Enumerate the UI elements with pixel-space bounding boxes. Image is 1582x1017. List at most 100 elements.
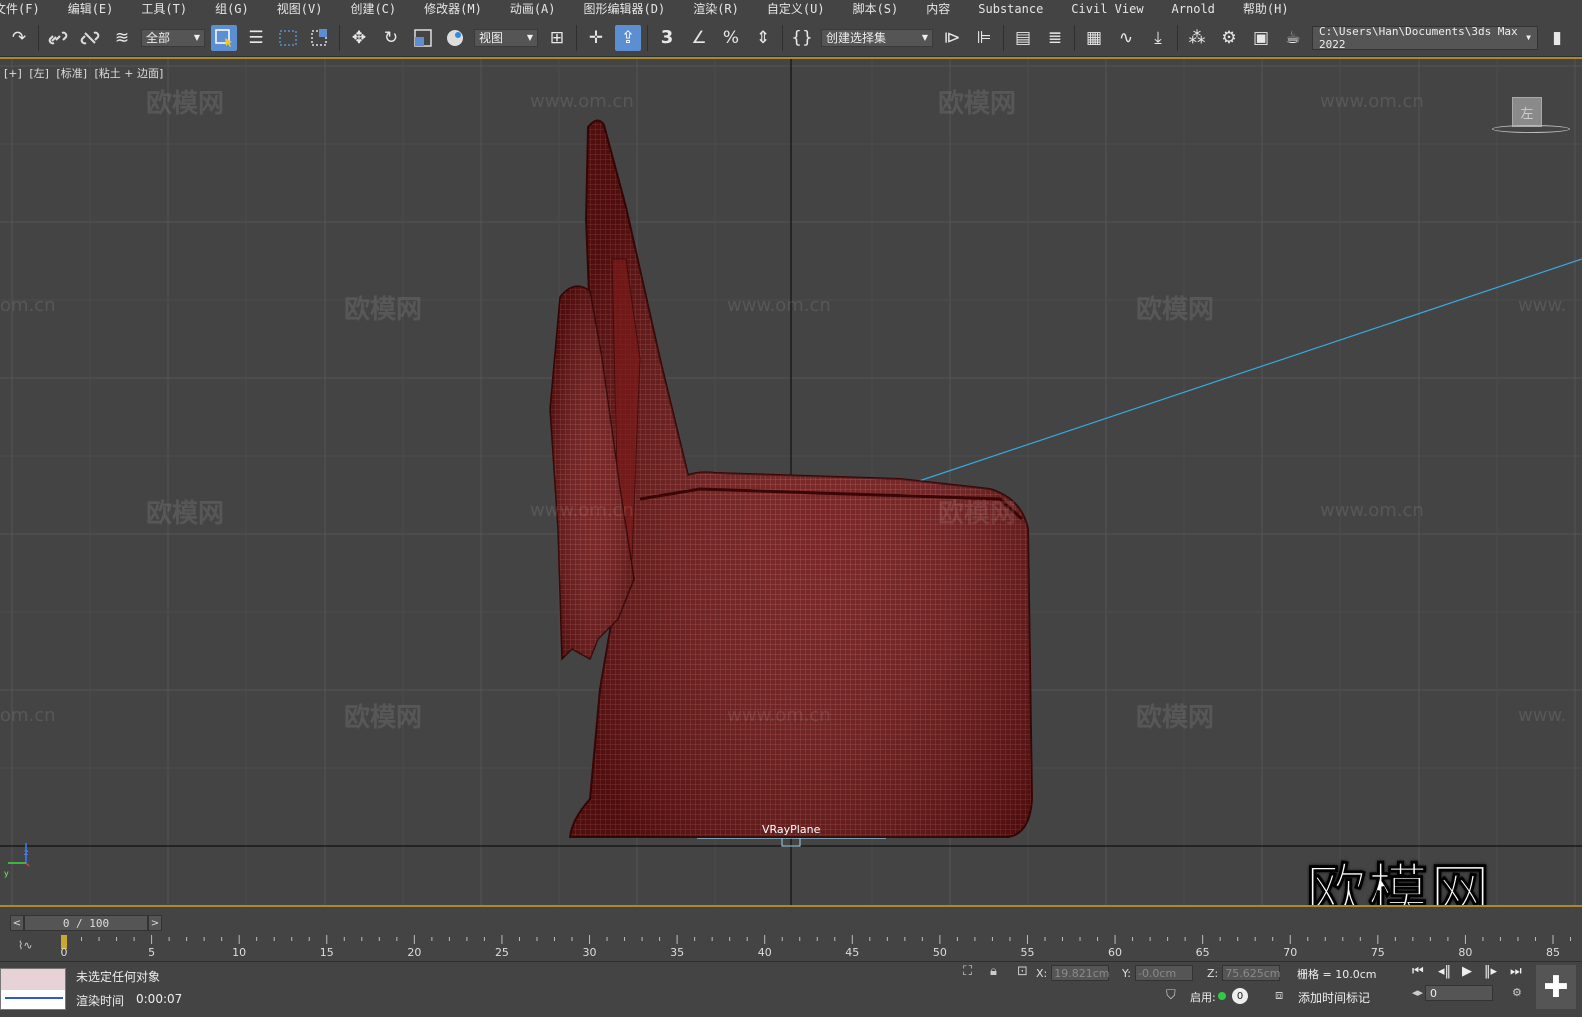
menu-item-7[interactable]: 动画(A) [496, 0, 570, 19]
viewport-label[interactable]: [+] [左] [标准] [粘土 + 边面] [4, 65, 167, 81]
current-frame-field[interactable]: 0 [1425, 985, 1493, 1001]
angle-snap-icon[interactable]: ∠ [686, 25, 712, 51]
rectangular-selection-icon[interactable] [275, 25, 301, 51]
goto-end-icon[interactable]: ⏭ [1510, 964, 1522, 979]
curve-editor-icon[interactable]: ∿ [1113, 25, 1139, 51]
menu-item-2[interactable]: 工具(T) [127, 0, 201, 19]
add-icon[interactable]: ✚ [1536, 965, 1576, 1009]
track-bar[interactable]: ⌇∿ 0 5 10 15 20 25 30 35 40 45 50 55 60 65 70 75 80 85 [0, 935, 1582, 959]
edit-named-selection-icon[interactable]: {} [789, 25, 815, 51]
menu-item-16[interactable]: 帮助(H) [1229, 0, 1303, 19]
render-production-icon[interactable]: ☕ [1280, 25, 1306, 51]
scene-explorer-icon[interactable]: ▦ [1081, 25, 1107, 51]
render-time-value: 0:00:07 [136, 992, 183, 1006]
adaptive-degradation-icon[interactable]: ⛉ [1166, 988, 1176, 1003]
spinner-snap-icon[interactable]: ⇕ [750, 25, 776, 51]
maxscript-listener-mini[interactable] [0, 968, 66, 1010]
align-icon[interactable]: ⊫ [971, 25, 997, 51]
menu-item-0[interactable]: 文件(F) [0, 0, 54, 19]
select-object-icon[interactable] [211, 24, 237, 51]
previous-frame-icon[interactable]: ◂‖ [1438, 964, 1451, 979]
percent-snap-icon[interactable]: % [718, 25, 744, 51]
time-slider-frame-display[interactable]: 0 / 100 [24, 915, 148, 931]
viewport-menu-plus[interactable]: [+] [4, 67, 22, 80]
named-selection-dropdown[interactable]: 创建选择集 ▼ [821, 28, 933, 47]
ruler-tick-label: 50 [932, 946, 947, 959]
toggle-ribbon-icon[interactable]: ≣ [1042, 25, 1068, 51]
coord-z: Z: 75.625cm [1207, 965, 1281, 981]
sign-in-icon[interactable]: ▮ [1544, 25, 1570, 51]
move-icon[interactable]: ✥ [346, 25, 372, 51]
absolute-relative-toggle-icon[interactable]: ⊡ [1017, 964, 1028, 979]
schematic-view-icon[interactable]: ⤓ [1145, 25, 1171, 51]
next-frame-icon[interactable]: ‖▸ [1484, 964, 1497, 979]
viewport-visual-style[interactable]: [粘土 + 边面] [95, 67, 164, 80]
add-time-tag-button[interactable]: 添加时间标记 [1298, 989, 1370, 1006]
menu-item-15[interactable]: Arnold [1158, 0, 1229, 19]
isolate-selection-icon[interactable]: ⛶ [963, 964, 972, 979]
status-bar: 未选定任何对象 渲染时间 0:00:07 ⛶ 🔒︎ ⊡ X: 19.821cm … [0, 961, 1582, 1017]
viewport-point-of-view[interactable]: [左] [29, 67, 49, 80]
link-icon[interactable] [45, 25, 71, 51]
watermark-url: www.om.cn [727, 295, 831, 316]
pivot-center-icon[interactable]: ⊞ [544, 25, 570, 51]
time-slider-prev-button[interactable]: < [10, 915, 24, 931]
bind-space-warp-icon[interactable]: ≋ [109, 25, 135, 51]
viewport-left[interactable]: [+] [左] [标准] [粘土 + 边面] 欧模网 www.om.cn 欧模网… [0, 59, 1582, 907]
scale-icon[interactable] [410, 25, 436, 51]
coord-y-field[interactable]: -0.0cm [1134, 965, 1193, 981]
select-by-name-icon[interactable]: ☰ [243, 25, 269, 51]
coord-z-field[interactable]: 75.625cm [1222, 965, 1281, 981]
menu-item-8[interactable]: 图形编辑器(D) [570, 0, 680, 19]
select-manipulate-icon[interactable]: ✛ [583, 25, 609, 51]
time-configuration-icon[interactable]: ⚙ [1512, 986, 1522, 999]
selection-lock-icon[interactable]: 🔒︎ [990, 964, 997, 979]
goto-start-icon[interactable]: ⏮ [1412, 964, 1424, 979]
toolbar-separator [576, 24, 577, 51]
menu-item-13[interactable]: Substance [964, 0, 1057, 19]
watermark-text: 欧模网 [146, 499, 225, 529]
time-slider[interactable]: < 0 / 100 > [0, 913, 1582, 933]
mirror-icon[interactable]: ⧐ [939, 25, 965, 51]
menu-item-3[interactable]: 组(G) [201, 0, 263, 19]
play-icon[interactable]: ▶ [1462, 964, 1472, 979]
window-crossing-icon[interactable] [307, 25, 333, 51]
place-icon[interactable] [442, 25, 468, 51]
coord-x: X: 19.821cm [1036, 965, 1110, 981]
menu-item-10[interactable]: 自定义(U) [753, 0, 839, 19]
menu-item-11[interactable]: 脚本(S) [839, 0, 913, 19]
rendered-frame-window-icon[interactable]: ▣ [1248, 25, 1274, 51]
coord-z-label: Z: [1207, 966, 1219, 980]
menu-item-4[interactable]: 视图(V) [263, 0, 337, 19]
keyboard-shortcut-override-icon[interactable]: ⇪ [615, 24, 641, 51]
time-tag-icon[interactable]: ⧈ [1275, 988, 1283, 1003]
ruler-tick-label: 10 [232, 946, 247, 959]
menu-item-9[interactable]: 渲染(R) [679, 0, 753, 19]
coord-y-label: Y: [1122, 966, 1131, 980]
grid-size-text: 栅格 = 10.0cm [1297, 968, 1377, 981]
unlink-icon[interactable] [77, 25, 103, 51]
menu-item-14[interactable]: Civil View [1057, 0, 1157, 19]
key-mode-toggle-icon[interactable]: ◂▸ [1412, 986, 1423, 999]
redo-icon[interactable]: ↷ [6, 25, 32, 51]
menu-item-1[interactable]: 编辑(E) [54, 0, 128, 19]
viewport-shading-standard[interactable]: [标准] [56, 67, 87, 80]
menu-item-6[interactable]: 修改器(M) [410, 0, 496, 19]
viewcube-compass-ring[interactable] [1492, 125, 1570, 133]
viewcube[interactable]: 左 [1512, 97, 1542, 127]
ruler-tick-label: 70 [1283, 946, 1298, 959]
material-editor-icon[interactable]: ⁂ [1184, 25, 1210, 51]
menu-item-5[interactable]: 创建(C) [336, 0, 410, 19]
menu-item-12[interactable]: 内容 [912, 0, 964, 19]
snaps-toggle-icon[interactable]: 3 [654, 25, 680, 51]
reference-coordinate-dropdown[interactable]: 视图 ▼ [474, 28, 538, 47]
layer-explorer-icon[interactable]: ▤ [1010, 25, 1036, 51]
coord-x-field[interactable]: 19.821cm [1051, 965, 1110, 981]
render-setup-icon[interactable]: ⚙ [1216, 25, 1242, 51]
rotate-icon[interactable]: ↻ [378, 25, 404, 51]
project-path-dropdown[interactable]: C:\Users\Han\Documents\3ds Max 2022 ▼ [1312, 25, 1538, 51]
toolbar-separator [1177, 24, 1178, 51]
time-slider-next-button[interactable]: > [148, 915, 162, 931]
selection-filter-dropdown[interactable]: 全部 ▼ [141, 28, 205, 47]
enable-count-badge[interactable]: 0 [1232, 988, 1248, 1004]
